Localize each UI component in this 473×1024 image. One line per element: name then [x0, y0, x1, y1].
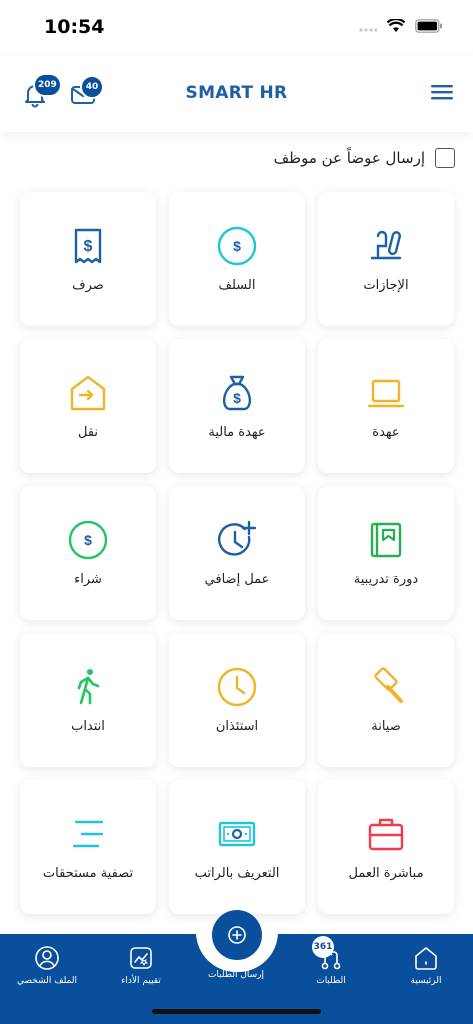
- service-card-training-course[interactable]: دورة تدريبية: [318, 486, 454, 620]
- wifi-icon: [386, 17, 406, 37]
- service-card-maintenance[interactable]: صيانة: [318, 633, 454, 767]
- briefcase-icon: [368, 818, 404, 851]
- svg-text:$: $: [84, 238, 93, 255]
- send-on-behalf-checkbox[interactable]: [435, 148, 455, 168]
- nav-profile[interactable]: الملف الشخصي: [2, 944, 92, 994]
- receipt-icon: $: [74, 228, 102, 264]
- service-label: استئذان: [215, 719, 259, 734]
- svg-text:$: $: [233, 390, 241, 406]
- dollar-circle-icon: $: [217, 226, 257, 266]
- service-card-assignment[interactable]: انتداب: [20, 633, 156, 767]
- hamburger-icon: [431, 85, 453, 100]
- performance-chart-icon: [130, 947, 152, 969]
- nav-send-requests-label: إرسال الطلبات: [207, 970, 265, 980]
- menu-button[interactable]: [431, 83, 453, 101]
- service-label: عمل إضافي: [204, 572, 270, 587]
- nav-requests-label: الطلبات: [316, 976, 346, 986]
- service-card-purchase[interactable]: $ شراء: [20, 486, 156, 620]
- service-label: عهدة: [372, 425, 400, 440]
- service-label: دورة تدريبية: [353, 572, 419, 587]
- clock-plus-icon: [218, 520, 257, 556]
- service-label: مباشرة العمل: [348, 866, 424, 881]
- service-card-work-start[interactable]: مباشرة العمل: [318, 780, 454, 914]
- service-label: السلف: [218, 278, 256, 293]
- service-label: عهدة مالية: [208, 425, 266, 440]
- nav-profile-label: الملف الشخصي: [17, 976, 77, 986]
- service-label: صيانة: [371, 719, 401, 734]
- dollar-circle-icon: $: [68, 520, 108, 560]
- service-card-salary-certificate[interactable]: التعريف بالراتب: [169, 780, 305, 914]
- app-header: 209 40 SMART HR: [0, 56, 473, 132]
- app-title: SMART HR: [185, 83, 288, 103]
- service-card-transfer[interactable]: نقل: [20, 339, 156, 473]
- hammer-icon: [374, 667, 403, 703]
- lines-icon: [72, 820, 104, 848]
- home-indicator: [152, 1009, 321, 1014]
- service-card-custody[interactable]: عهدة: [318, 339, 454, 473]
- svg-text:$: $: [233, 238, 241, 254]
- service-card-settlement[interactable]: تصفية مستحقات: [20, 780, 156, 914]
- transfer-icon: [70, 375, 106, 411]
- service-label: شراء: [74, 572, 102, 587]
- nav-home[interactable]: الرئيسية: [381, 944, 471, 994]
- send-on-behalf-label: إرسال عوضاً عن موظف: [273, 149, 425, 167]
- service-card-leaves[interactable]: الإجازات: [318, 192, 454, 326]
- walking-person-icon: [77, 669, 100, 705]
- nav-performance[interactable]: تقييم الأداء: [96, 944, 186, 994]
- send-requests-fab[interactable]: [212, 910, 262, 960]
- signal-icon: [359, 18, 378, 37]
- status-bar: 10:54: [0, 0, 473, 56]
- service-label: تصفية مستحقات: [42, 866, 134, 881]
- service-card-overtime[interactable]: عمل إضافي: [169, 486, 305, 620]
- send-on-behalf-row[interactable]: إرسال عوضاً عن موظف: [274, 148, 455, 168]
- leave-icon: [370, 230, 402, 260]
- battery-icon: [415, 18, 443, 37]
- service-label: التعريف بالراتب: [194, 866, 280, 881]
- profile-icon: [35, 946, 59, 970]
- service-card-permission[interactable]: استئذان: [169, 633, 305, 767]
- nav-requests[interactable]: 361 الطلبات: [286, 936, 376, 994]
- money-bag-icon: $: [222, 375, 252, 411]
- requests-count-badge: 361: [312, 936, 334, 958]
- services-grid: الإجازات $ السلف $ صرف عهدة $ عهدة مالية…: [20, 192, 454, 914]
- nav-home-label: الرئيسية: [410, 976, 442, 986]
- service-card-disbursement[interactable]: $ صرف: [20, 192, 156, 326]
- clock-icon: [217, 667, 257, 707]
- svg-text:$: $: [84, 532, 92, 548]
- home-icon: [415, 947, 437, 970]
- service-card-advances[interactable]: $ السلف: [169, 192, 305, 326]
- plus-circle-icon: [228, 926, 246, 944]
- service-label: صرف: [72, 278, 104, 293]
- status-time: 10:54: [44, 16, 105, 38]
- service-card-financial-custody[interactable]: $ عهدة مالية: [169, 339, 305, 473]
- service-label: نقل: [77, 425, 99, 440]
- laptop-icon: [367, 379, 405, 408]
- service-label: الإجازات: [363, 278, 409, 293]
- status-icons: [359, 17, 443, 37]
- notebook-icon: [370, 522, 402, 558]
- service-label: انتداب: [71, 719, 105, 734]
- cash-icon: [218, 821, 256, 847]
- nav-performance-label: تقييم الأداء: [121, 976, 161, 986]
